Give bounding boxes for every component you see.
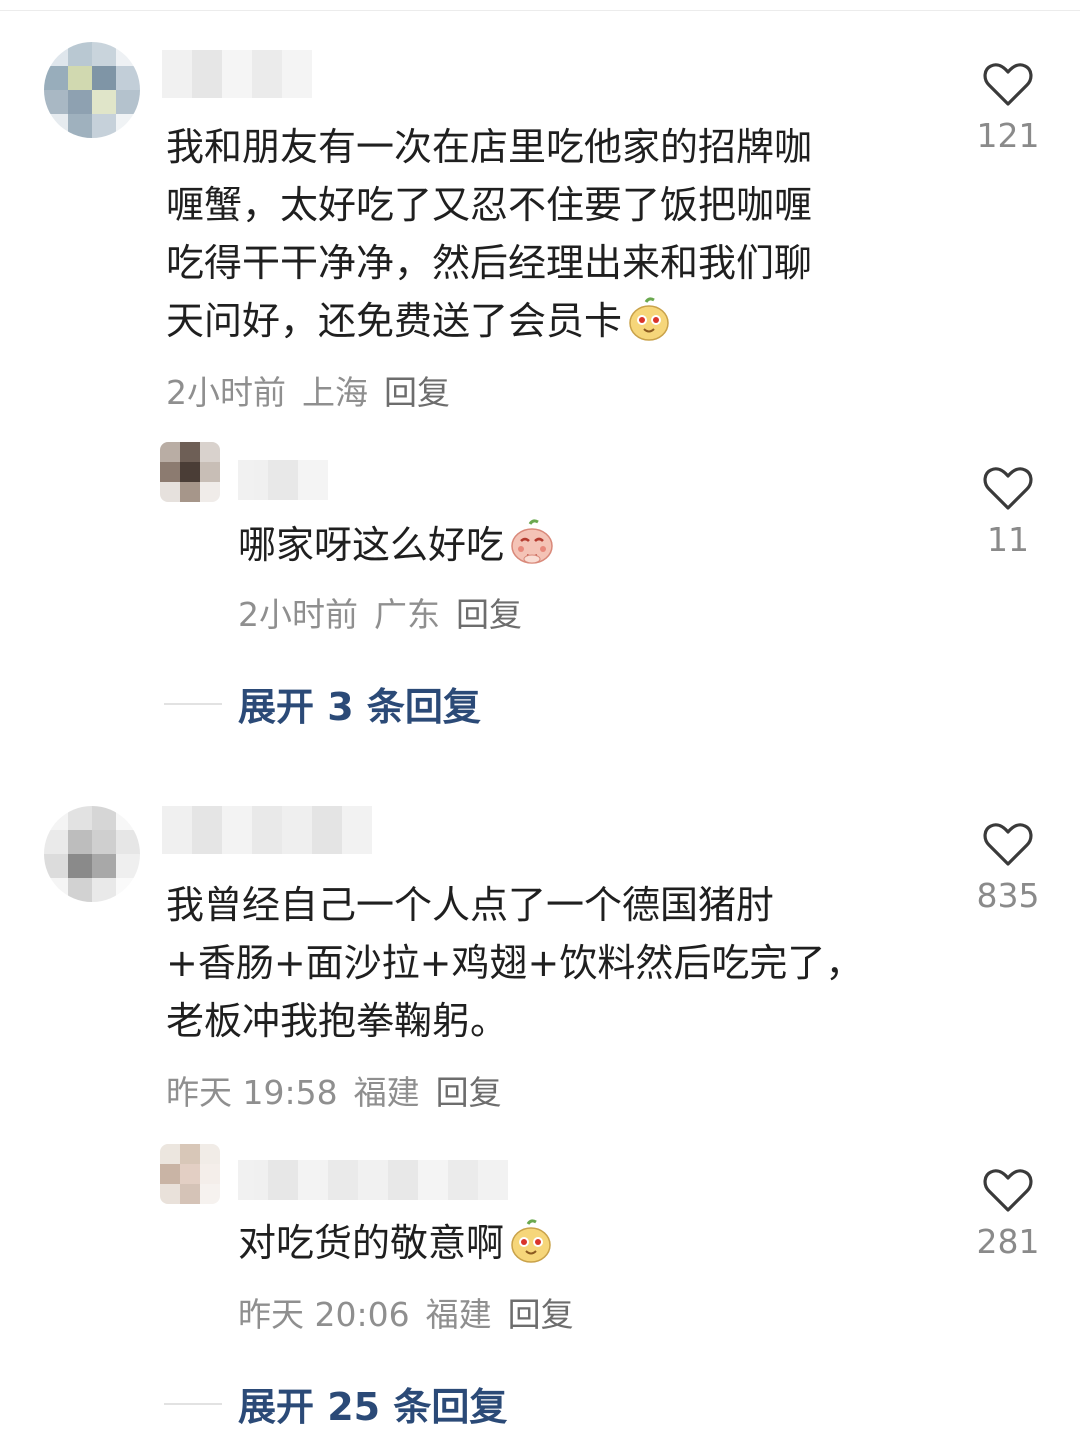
happy-face-emoji xyxy=(626,296,672,358)
reply-button[interactable]: 回复 xyxy=(508,1295,574,1334)
username-blurred[interactable] xyxy=(162,806,372,854)
expand-divider-line xyxy=(164,702,222,705)
like-button[interactable]: 121 xyxy=(968,60,1048,155)
reply-text: 对吃货的敬意啊 xyxy=(238,1214,554,1280)
reply-meta: 昨天 20:06 福建 回复 xyxy=(238,1288,574,1336)
pleading-face-emoji xyxy=(508,518,556,582)
like-count: 121 xyxy=(976,116,1040,155)
reply-time: 2小时前 xyxy=(238,595,358,634)
expand-replies-label[interactable]: 展开 3 条回复 xyxy=(238,676,481,731)
comment-time: 昨天 19:58 xyxy=(166,1073,338,1112)
expand-replies-label[interactable]: 展开 25 条回复 xyxy=(238,1376,507,1431)
expand-replies-button[interactable]: 展开 3 条回复 xyxy=(164,676,481,731)
top-divider xyxy=(0,10,1080,11)
reply-avatar[interactable] xyxy=(160,442,220,502)
happy-face-emoji xyxy=(508,1218,554,1280)
expand-divider-line xyxy=(164,1402,222,1405)
expand-replies-button[interactable]: 展开 25 条回复 xyxy=(164,1376,507,1431)
heart-outline-icon[interactable] xyxy=(968,464,1048,512)
reply-location: 福建 xyxy=(425,1295,492,1334)
avatar[interactable] xyxy=(44,42,140,138)
like-count: 281 xyxy=(976,1222,1040,1261)
heart-outline-icon[interactable] xyxy=(968,820,1048,868)
like-count: 835 xyxy=(976,876,1040,915)
comment-time: 2小时前 xyxy=(166,373,286,412)
heart-outline-icon[interactable] xyxy=(968,1166,1048,1214)
reply-button[interactable]: 回复 xyxy=(436,1073,502,1112)
like-button[interactable]: 11 xyxy=(968,464,1048,559)
comment-text: 我和朋友有一次在店里吃他家的招牌咖 喱蟹，太好吃了又忍不住要了饭把咖喱 吃得干干… xyxy=(166,118,812,358)
reply-username-blurred[interactable] xyxy=(238,1160,508,1200)
like-count: 11 xyxy=(987,520,1029,559)
reply-button[interactable]: 回复 xyxy=(456,595,522,634)
comment-text: 我曾经自己一个人点了一个德国猪肘 +香肠+面沙拉+鸡翅+饮料然后吃完了， 老板冲… xyxy=(166,883,864,1043)
comment-location: 福建 xyxy=(353,1073,420,1112)
comment-meta: 昨天 19:58 福建 回复 xyxy=(166,1066,502,1114)
heart-outline-icon[interactable] xyxy=(968,60,1048,108)
reply-username-blurred[interactable] xyxy=(238,460,328,500)
avatar[interactable] xyxy=(44,806,140,902)
comment-meta: 2小时前 上海 回复 xyxy=(166,366,450,414)
reply-text: 哪家呀这么好吃 xyxy=(238,516,556,582)
like-button[interactable]: 835 xyxy=(968,820,1048,915)
like-button[interactable]: 281 xyxy=(968,1166,1048,1261)
reply-location: 广东 xyxy=(374,595,440,634)
reply-avatar[interactable] xyxy=(160,1144,220,1204)
reply-button[interactable]: 回复 xyxy=(384,373,450,412)
username-blurred[interactable] xyxy=(162,50,312,98)
comment-location: 上海 xyxy=(302,373,368,412)
reply-time: 昨天 20:06 xyxy=(238,1295,410,1334)
reply-meta: 2小时前 广东 回复 xyxy=(238,588,522,636)
